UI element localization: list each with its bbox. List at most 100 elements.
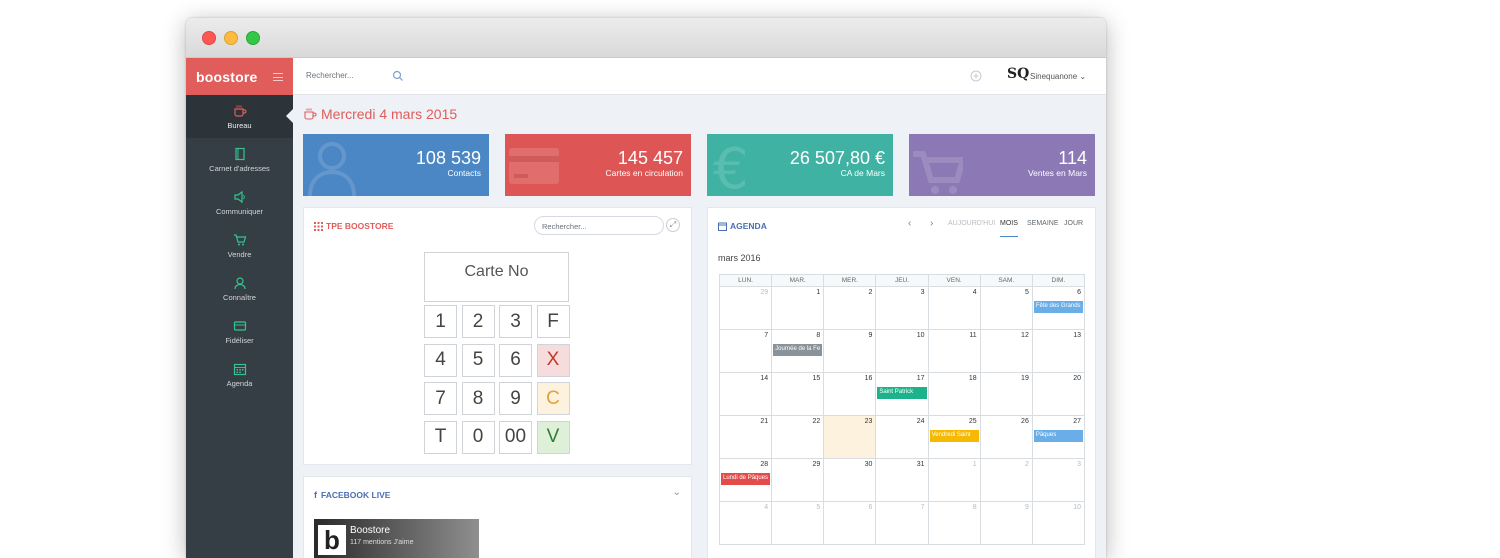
search-icon[interactable] [392,70,404,82]
facebook-page-likes: 117 mentions J'aime [350,539,414,546]
keypad-key[interactable]: 6 [499,343,532,377]
calendar-event[interactable]: Saint Patrick [877,387,927,399]
keypad-key[interactable]: 9 [499,382,532,415]
day-number: 9 [1024,504,1029,511]
calendar-day-cell[interactable]: 20 [1032,373,1085,416]
calendar-day-cell[interactable]: 7 [876,502,929,545]
keypad-key[interactable]: X [536,343,570,377]
calendar-tab-month[interactable]: MOIS [1000,220,1018,237]
calendar-day-cell[interactable]: 3 [1032,459,1085,502]
calendar-prev-button[interactable]: ‹ [908,218,911,229]
facebook-page-preview[interactable]: b Boostore 117 mentions J'aime [314,519,479,558]
hamburger-menu-icon[interactable] [273,72,283,81]
expand-icon[interactable]: ⤢ [666,218,680,232]
keypad-key[interactable]: 2 [461,305,495,338]
calendar-day-cell[interactable]: 2 [824,287,877,330]
calendar-event[interactable]: Vendredi Saint [929,430,979,442]
calendar-day-cell[interactable]: 29 [772,459,825,502]
keypad-key[interactable]: V [536,420,570,454]
keypad-key[interactable]: 3 [499,305,532,338]
day-number: 9 [868,332,873,339]
calendar-day-cell[interactable]: 22 [772,416,825,459]
stat-card[interactable]: 114 Ventes en Mars [909,134,1095,196]
euro-silhouette-icon: € [713,140,749,196]
calendar-day-cell[interactable]: 18 [928,373,981,416]
calendar-day-cell[interactable]: 6 [824,502,877,545]
calendar-day-cell[interactable]: 9 [980,502,1033,545]
calendar-day-cell[interactable]: 7 [720,330,773,373]
calendar-day-cell[interactable]: 24 [876,416,929,459]
calendar-tab-week[interactable]: SEMAINE [1027,220,1059,227]
calendar-tab-day[interactable]: JOUR [1064,220,1083,227]
keypad-key[interactable]: 8 [461,382,495,415]
user-logo[interactable]: SQ [1007,66,1029,82]
keypad-key[interactable]: 7 [424,382,457,415]
calendar-day-cell[interactable]: 27 Pâques [1032,416,1085,459]
calendar-day-cell[interactable]: 1 [928,459,981,502]
calendar-day-cell[interactable]: 1 [772,287,825,330]
sidebar-item-agenda[interactable]: Agenda [186,353,293,396]
calendar-day-cell[interactable]: 5 [980,287,1033,330]
calendar-day-cell[interactable]: 2 [980,459,1033,502]
calendar-day-cell[interactable]: 9 [824,330,877,373]
tpe-search-input[interactable]: Rechercher... [534,216,664,235]
calendar-day-cell[interactable]: 10 [876,330,929,373]
calendar-next-button[interactable]: › [930,218,933,229]
calendar-day-cell[interactable]: 11 [928,330,981,373]
calendar-day-cell[interactable]: 13 [1032,330,1085,373]
calendar-day-cell[interactable]: 6 Fête des Grands [1032,287,1085,330]
close-window-button[interactable] [202,31,216,45]
keypad-key[interactable]: 5 [461,343,495,377]
keypad-key[interactable]: 4 [424,343,457,377]
sidebar-item-bureau[interactable]: Bureau [186,95,293,138]
minimize-window-button[interactable] [224,31,238,45]
sidebar-item-vendre[interactable]: Vendre [186,224,293,267]
calendar-day-cell[interactable]: 8 [928,502,981,545]
sidebar-item-fid-liser[interactable]: Fidéliser [186,310,293,353]
keypad-key[interactable]: 00 [499,420,532,454]
chevron-down-icon[interactable]: ⌄ [673,487,681,498]
stat-card[interactable]: €26 507,80 € CA de Mars [707,134,893,196]
global-search-input[interactable]: Rechercher... [306,71,354,80]
calendar-event[interactable]: Fête des Grands [1033,301,1083,313]
calendar-day-cell[interactable]: 3 [876,287,929,330]
sidebar-item-communiquer[interactable]: Communiquer [186,181,293,224]
keypad-key[interactable]: 1 [424,305,457,338]
maximize-window-button[interactable] [246,31,260,45]
calendar-day-cell[interactable]: 30 [824,459,877,502]
stat-card[interactable]: 145 457 Cartes en circulation [505,134,691,196]
calendar-day-cell[interactable]: 10 [1032,502,1085,545]
calendar-day-cell[interactable]: 19 [980,373,1033,416]
keypad-key[interactable]: C [536,382,570,415]
calendar-day-cell[interactable]: 25 Vendredi Saint [928,416,981,459]
calendar-day-cell[interactable]: 29 [720,287,773,330]
calendar-event[interactable]: Journée de la Fe [773,344,823,356]
stat-card[interactable]: 108 539 Contacts [303,134,489,196]
calendar-day-cell[interactable]: 15 [772,373,825,416]
calendar-day-cell[interactable]: 26 [980,416,1033,459]
keypad-key[interactable]: 0 [461,420,495,454]
calendar-day-cell[interactable]: 8 Journée de la Fe [772,330,825,373]
calendar-day-cell[interactable]: 16 [824,373,877,416]
calendar-day-cell[interactable]: 12 [980,330,1033,373]
day-number: 26 [1021,418,1029,425]
calendar-day-cell[interactable]: 21 [720,416,773,459]
calendar-event[interactable]: Pâques [1033,430,1083,442]
calendar-day-cell[interactable]: 23 [824,416,877,459]
calendar-day-cell[interactable]: 31 [876,459,929,502]
calendar-today-button[interactable]: AUJOURD'HUI [948,220,995,227]
sidebar-item-carnet-d-adresses[interactable]: Carnet d'adresses [186,138,293,181]
keypad-key[interactable]: T [424,420,457,454]
keypad-key[interactable]: F [536,305,570,338]
calendar-day-cell[interactable]: 4 [720,502,773,545]
sidebar-item-conna-tre[interactable]: Connaître [186,267,293,310]
calendar-event[interactable]: Lundi de Pâques [721,473,771,485]
user-menu-button[interactable]: Sinequanone ⌄ [1030,72,1086,81]
calendar-day-cell[interactable]: 28 Lundi de Pâques [720,459,773,502]
day-number: 5 [816,504,821,511]
calendar-day-cell[interactable]: 17 Saint Patrick [876,373,929,416]
add-circle-icon[interactable] [970,70,982,82]
calendar-day-cell[interactable]: 14 [720,373,773,416]
calendar-day-cell[interactable]: 4 [928,287,981,330]
calendar-day-cell[interactable]: 5 [772,502,825,545]
